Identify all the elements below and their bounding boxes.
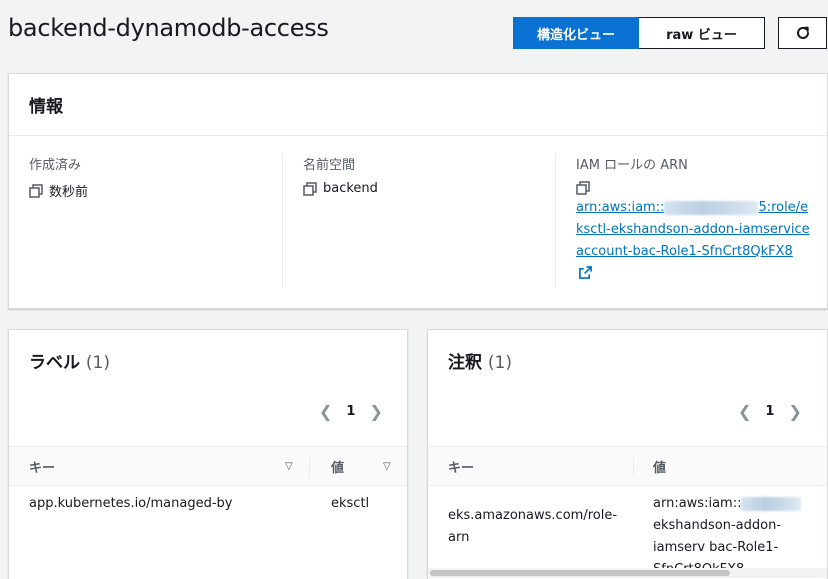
- label-key: app.kubernetes.io/managed-by: [29, 496, 233, 511]
- col-key-header[interactable]: キー: [448, 447, 474, 485]
- next-page-icon[interactable]: ❯: [369, 402, 382, 421]
- labels-panel: ラベル (1) ❮ 1 ❯ キー ▽ 値 ▽ app.kubernetes.io…: [8, 329, 408, 579]
- iam-copy-row: [576, 181, 825, 195]
- external-link-icon: [579, 266, 592, 279]
- annotation-value: arn:aws:iam::ekshandson-addon-iamserv ba…: [653, 493, 828, 579]
- page-title: backend-dynamodb-access: [8, 14, 329, 42]
- redacted-account-id: [664, 200, 759, 215]
- created-value: 数秒前: [49, 185, 89, 200]
- annotations-pagination: ❮ 1 ❯: [738, 402, 802, 421]
- created-column: 作成済み 数秒前: [29, 154, 284, 288]
- labels-pagination: ❮ 1 ❯: [319, 402, 383, 421]
- annotations-title: 注釈: [448, 353, 482, 373]
- redacted-account-id: [741, 496, 802, 511]
- iam-label: IAM ロールの ARN: [576, 158, 688, 173]
- namespace-column: 名前空間 backend: [282, 154, 557, 288]
- sort-down-icon[interactable]: ▽: [383, 461, 391, 472]
- annotation-key: eks.amazonaws.com/role-arn: [448, 508, 618, 545]
- iam-column: IAM ロールの ARN arn:aws:iam:: 5:role/eksctl-…: [555, 154, 825, 288]
- structured-view-button[interactable]: 構造化ビュー: [513, 17, 639, 49]
- raw-view-button[interactable]: raw ビュー: [639, 17, 765, 49]
- horizontal-scrollbar[interactable]: [428, 568, 827, 578]
- iam-arn-link[interactable]: arn:aws:iam:: 5:role/eksctl-ekshandson-ad…: [576, 197, 811, 285]
- labels-table-header: キー ▽ 値 ▽: [9, 446, 407, 486]
- col-key-header[interactable]: キー: [29, 447, 55, 485]
- labels-count: (1): [85, 353, 111, 373]
- labels-header: ラベル (1): [29, 348, 110, 373]
- copy-icon[interactable]: [303, 181, 317, 196]
- annotations-table-header: キー 値: [428, 446, 827, 486]
- arn-prefix: arn:aws:iam::: [576, 200, 665, 215]
- labels-title: ラベル: [29, 353, 80, 373]
- col-value-header[interactable]: 値: [331, 447, 344, 485]
- namespace-value-row: backend: [303, 181, 557, 196]
- label-value: eksctl: [331, 496, 370, 511]
- annotations-panel: 注釈 (1) ❮ 1 ❯ キー 値 eks.amazonaws.com/role…: [427, 329, 828, 579]
- copy-icon[interactable]: [576, 181, 590, 195]
- next-page-icon[interactable]: ❯: [788, 402, 801, 421]
- created-label: 作成済み: [29, 158, 82, 173]
- created-value-row: 数秒前: [29, 181, 284, 200]
- info-header: 情報: [9, 74, 827, 136]
- current-page[interactable]: 1: [346, 404, 355, 419]
- sort-down-icon[interactable]: ▽: [285, 461, 293, 472]
- prev-page-icon[interactable]: ❮: [738, 402, 751, 421]
- scrollbar-thumb[interactable]: [430, 570, 730, 576]
- refresh-button[interactable]: [778, 17, 827, 49]
- current-page[interactable]: 1: [765, 404, 774, 419]
- annotations-count: (1): [487, 353, 513, 373]
- copy-icon[interactable]: [29, 183, 43, 198]
- namespace-value: backend: [323, 181, 378, 196]
- namespace-label: 名前空間: [303, 158, 356, 173]
- col-value-header[interactable]: 値: [653, 447, 666, 485]
- view-toggle: 構造化ビュー raw ビュー: [513, 17, 765, 49]
- refresh-icon: [796, 26, 809, 39]
- annotations-header: 注釈 (1): [448, 348, 512, 373]
- annotation-value-prefix: arn:aws:iam::: [653, 496, 742, 511]
- prev-page-icon[interactable]: ❮: [319, 402, 332, 421]
- info-panel: 情報 作成済み 数秒前 名前空間 backend IAM ロールの ARN ar…: [8, 73, 828, 309]
